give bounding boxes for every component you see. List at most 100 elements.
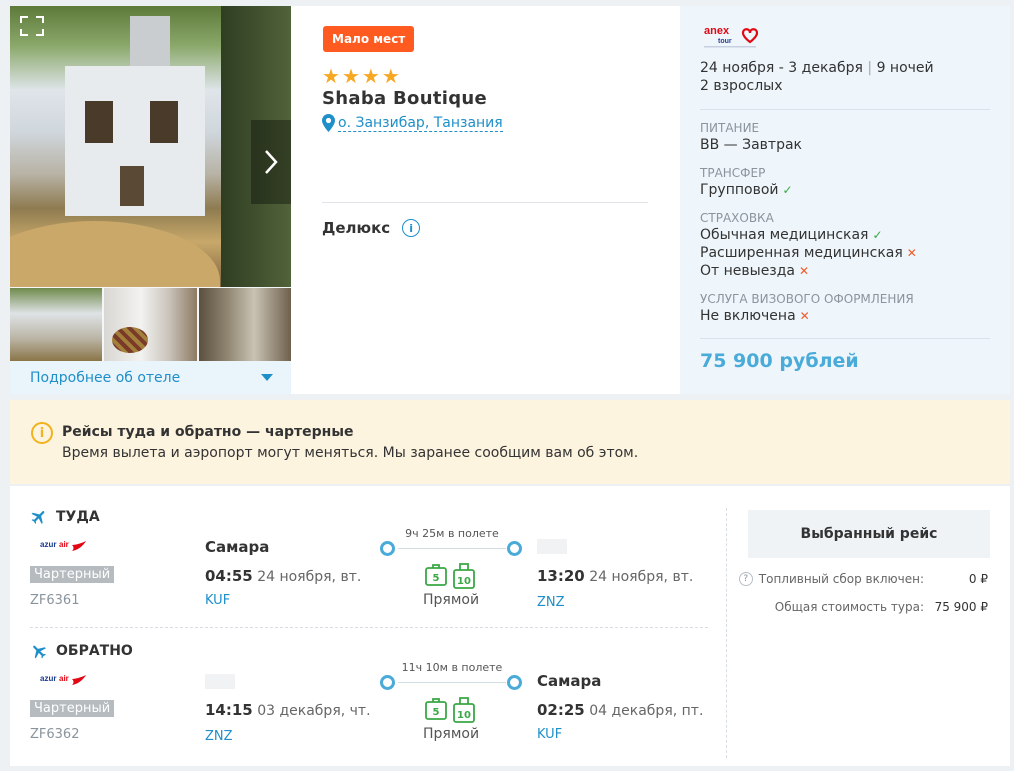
- charter-warning: i Рейсы туда и обратно — чартерные Время…: [10, 400, 1010, 484]
- flight-number: ZF6361: [30, 593, 80, 608]
- svg-text:azur: azur: [40, 540, 56, 549]
- selected-flight-label: Выбранный рейс: [800, 526, 938, 542]
- info-divider: [322, 202, 648, 203]
- flight-duration: 9ч 25м в полете: [405, 527, 499, 540]
- direction-label: ТУДА: [56, 509, 100, 525]
- fullscreen-icon[interactable]: [20, 16, 44, 36]
- guests-count: 2 взрослых: [700, 78, 783, 94]
- baggage-info[interactable]: 5 10: [425, 696, 475, 724]
- hand-luggage-icon: 5: [425, 698, 447, 720]
- arrival-airport[interactable]: KUF: [537, 727, 562, 742]
- flight-type: Прямой: [423, 726, 480, 742]
- plane-icon: [33, 645, 46, 659]
- flight-type: Прямой: [423, 592, 480, 608]
- map-pin-icon: [322, 114, 335, 132]
- departure-city: Самара: [205, 538, 270, 556]
- few-rooms-badge: Мало мест: [323, 26, 415, 52]
- city-placeholder: [205, 674, 235, 689]
- hotel-details-label[interactable]: Подробнее об отеле: [30, 370, 180, 386]
- azur-air-logo: azur air: [40, 674, 86, 685]
- location-label[interactable]: о. Занзибар, Танзания: [338, 115, 503, 132]
- direction-label: ОБРАТНО: [56, 643, 133, 659]
- svg-text:tour: tour: [718, 38, 732, 45]
- baggage-info[interactable]: 5 10: [425, 562, 475, 590]
- hotel-location[interactable]: о. Занзибар, Танзания: [322, 114, 503, 132]
- hotel-info: Мало мест ★ ★ ★ ★ Shaba Boutique о. Занз…: [322, 6, 668, 394]
- star-icon: ★: [322, 64, 340, 88]
- hotel-name[interactable]: Shaba Boutique: [322, 88, 487, 109]
- flight-number: ZF6362: [30, 727, 80, 742]
- svg-text:air: air: [59, 540, 69, 549]
- destination-dot: [507, 675, 522, 690]
- star-icon: ★: [381, 64, 400, 88]
- nights-count: 9 ночей: [876, 60, 934, 76]
- svg-text:azur: azur: [40, 674, 56, 683]
- route-line: 9ч 25м в полете: [380, 527, 522, 559]
- star-icon: ★: [361, 64, 380, 88]
- total-cost-label: Общая стоимость тура:: [774, 600, 924, 614]
- anex-tour-logo: anex tour: [704, 25, 759, 48]
- info-icon: i: [31, 422, 53, 444]
- check-icon: ✓: [872, 228, 883, 242]
- meal-value: BB — Завтрак: [700, 137, 802, 153]
- insurance-item: Обычная медицинская ✓: [700, 227, 883, 243]
- thumbnail-2[interactable]: [104, 288, 197, 361]
- arrival-airport[interactable]: ZNZ: [537, 595, 565, 610]
- cross-icon: ✕: [906, 246, 917, 260]
- flight-duration: 11ч 10м в полете: [401, 661, 503, 674]
- departure-airport[interactable]: ZNZ: [205, 729, 233, 744]
- svg-text:air: air: [59, 674, 69, 683]
- plane-icon: [31, 511, 45, 524]
- transfer-label: ТРАНСФЕР: [700, 166, 766, 180]
- arrival-time: 02:25 04 декабря, пт.: [537, 701, 704, 719]
- room-type-label: Делюкс: [322, 219, 391, 237]
- arrival-city: Самара: [537, 672, 602, 690]
- hotel-details-link[interactable]: Подробнее об отеле: [10, 361, 291, 394]
- charter-badge: Чартерный: [30, 566, 115, 583]
- visa-value: Не включена ✕: [700, 308, 810, 324]
- fuel-fee-label: Топливный сбор включен:: [758, 572, 924, 586]
- charter-badge: Чартерный: [30, 700, 115, 717]
- room-type: Делюкс i: [322, 219, 421, 237]
- tour-divider: [700, 109, 990, 110]
- tour-divider: [700, 338, 990, 339]
- departure-time: 14:15 03 декабря, чт.: [205, 701, 371, 719]
- fuel-fee-row: ? Топливный сбор включен: 0 ₽: [738, 572, 988, 586]
- svg-text:10: 10: [457, 576, 471, 587]
- selected-flight-button[interactable]: Выбранный рейс: [748, 510, 990, 558]
- vertical-divider: [726, 508, 727, 758]
- star-icon: ★: [341, 64, 360, 88]
- baggage-icon: 10: [453, 563, 475, 589]
- fuel-fee-value: 0 ₽: [968, 572, 988, 586]
- cross-icon: ✕: [799, 309, 810, 323]
- info-icon[interactable]: i: [402, 219, 421, 237]
- question-icon[interactable]: ?: [738, 572, 753, 586]
- insurance-label: СТРАХОВКА: [700, 211, 774, 225]
- departure-airport[interactable]: KUF: [205, 593, 230, 608]
- origin-dot: [380, 541, 395, 556]
- chevron-down-icon: [261, 374, 273, 381]
- flights-section: ТУДА azur air Чартерный ZF6361 Самара 04…: [10, 486, 1010, 766]
- origin-dot: [380, 675, 395, 690]
- photo-gallery: Подробнее об отеле: [10, 6, 291, 394]
- thumbnail-1[interactable]: [10, 288, 103, 361]
- chevron-right-icon: [265, 150, 278, 174]
- outbound-leg: ТУДА azur air Чартерный ZF6361 Самара 04…: [10, 486, 720, 616]
- hotel-main-photo[interactable]: [10, 6, 291, 287]
- meal-label: ПИТАНИЕ: [700, 121, 760, 135]
- thumbnail-3[interactable]: [198, 288, 291, 361]
- city-placeholder: [537, 539, 567, 554]
- departure-time: 04:55 24 ноября, вт.: [205, 567, 362, 585]
- arrival-time: 13:20 24 ноября, вт.: [537, 567, 694, 585]
- check-icon: ✓: [782, 183, 793, 197]
- insurance-item: От невыезда ✕: [700, 263, 810, 279]
- azur-air-logo: azur air: [40, 540, 86, 551]
- route-line: 11ч 10м в полете: [380, 661, 522, 693]
- svg-text:5: 5: [433, 573, 440, 584]
- next-photo-button[interactable]: [251, 120, 291, 204]
- thumbnail-strip: [10, 288, 291, 361]
- svg-text:10: 10: [457, 710, 471, 721]
- inbound-direction: ОБРАТНО: [30, 642, 133, 660]
- insurance-item: Расширенная медицинская ✕: [700, 245, 917, 261]
- outbound-direction: ТУДА: [30, 508, 100, 526]
